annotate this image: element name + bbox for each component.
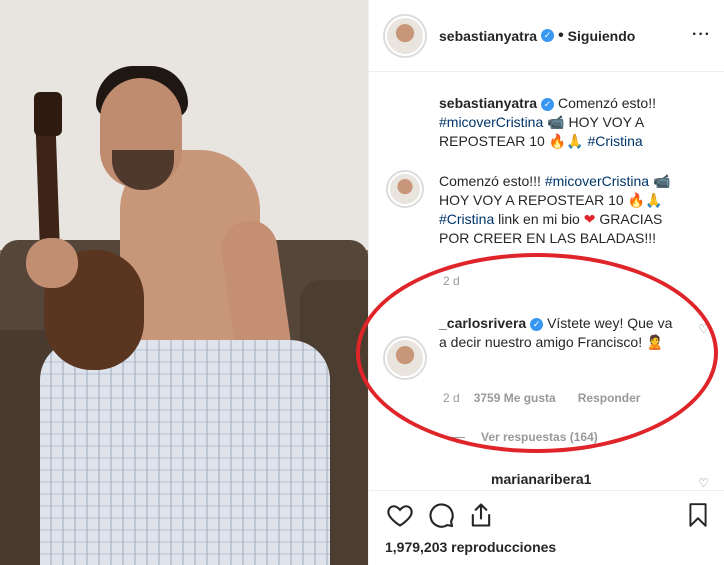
comment-meta: 2 d	[443, 274, 460, 288]
pray-emoji-icon: 🙏	[566, 133, 584, 149]
hashtag-link[interactable]: #Cristina	[587, 133, 642, 149]
post-panel: sebastianyatra ✓ • Siguiendo ··· sebasti…	[368, 0, 724, 565]
replies-line	[441, 436, 465, 438]
owner-username[interactable]: sebastianyatra	[439, 28, 537, 44]
heart-icon[interactable]	[385, 501, 415, 529]
comment-item: marianaribera1	[385, 470, 705, 489]
comment-item: Comenzó esto!!! #micoverCristina 📹 HOY V…	[385, 172, 705, 248]
guitar-head	[34, 92, 62, 136]
fire-emoji-icon: 🔥	[627, 192, 645, 208]
comments-list: sebastianyatra ✓ Comenzó esto!! #micoverC…	[369, 72, 724, 490]
pray-emoji-icon: 🙏	[645, 192, 663, 208]
owner-avatar[interactable]	[385, 15, 425, 56]
comment-time[interactable]: 2 d	[443, 391, 460, 405]
camera-emoji-icon: 📹	[652, 173, 671, 189]
hashtag-link[interactable]: #micoverCristina	[439, 114, 543, 130]
separator-dot: •	[558, 26, 564, 44]
comment-time[interactable]: 2 d	[443, 274, 460, 288]
comment-item: _carlosrivera ✓ Vístete wey! Que va a dec…	[385, 314, 705, 378]
post-actions: 1,979,203 reproducciones	[369, 490, 724, 565]
verified-badge-icon: ✓	[541, 29, 555, 42]
verified-badge-icon: ✓	[530, 318, 544, 331]
comment-text: HOY VOY A REPOSTEAR 10	[439, 192, 628, 208]
heart-emoji-icon: ❤	[583, 211, 596, 227]
following-button[interactable]: Siguiendo	[568, 28, 636, 44]
comment-item: sebastianyatra ✓ Comenzó esto!! #micoverC…	[385, 94, 705, 151]
reply-button[interactable]: Responder	[578, 391, 641, 405]
comment-like-heart-icon[interactable]: ♡	[698, 322, 709, 336]
comment-like-heart-icon[interactable]: ♡	[698, 476, 709, 490]
person-emoji-icon: 🙎	[645, 334, 664, 350]
post-header: sebastianyatra ✓ • Siguiendo ···	[369, 0, 724, 72]
view-replies-button[interactable]: Ver respuestas (164)	[441, 430, 598, 444]
share-icon[interactable]	[467, 501, 495, 529]
bookmark-icon[interactable]	[685, 501, 711, 529]
person-hand	[26, 238, 78, 288]
comment-text: Comenzó esto!!!	[439, 173, 545, 189]
comment-username[interactable]: sebastianyatra	[439, 95, 537, 111]
comment-text: link en mi bio	[494, 211, 584, 227]
view-count: 1,979,203 reproducciones	[385, 539, 557, 555]
hashtag-link[interactable]: #micoverCristina	[545, 173, 649, 189]
hashtag-link[interactable]: #Cristina	[439, 211, 494, 227]
comment-icon[interactable]	[427, 501, 455, 529]
comment-text: Comenzó esto!!	[554, 95, 656, 111]
post-video[interactable]	[0, 0, 368, 565]
commenter-avatar[interactable]	[385, 338, 425, 378]
commenter-avatar[interactable]	[388, 172, 422, 206]
comment-meta: 2 d 3759 Me gusta Responder	[443, 391, 640, 405]
person-pants	[40, 340, 330, 565]
comment-username[interactable]: _carlosrivera	[439, 315, 526, 331]
more-icon[interactable]: ···	[692, 26, 711, 44]
action-icons	[385, 501, 495, 529]
comment-likes[interactable]: 3759 Me gusta	[474, 391, 556, 405]
fire-emoji-icon: 🔥	[548, 133, 567, 149]
view-replies-label: Ver respuestas (164)	[481, 430, 598, 444]
camera-emoji-icon: 📹	[547, 114, 565, 130]
verified-badge-icon: ✓	[541, 98, 555, 111]
comment-username[interactable]: marianaribera1	[491, 471, 591, 487]
